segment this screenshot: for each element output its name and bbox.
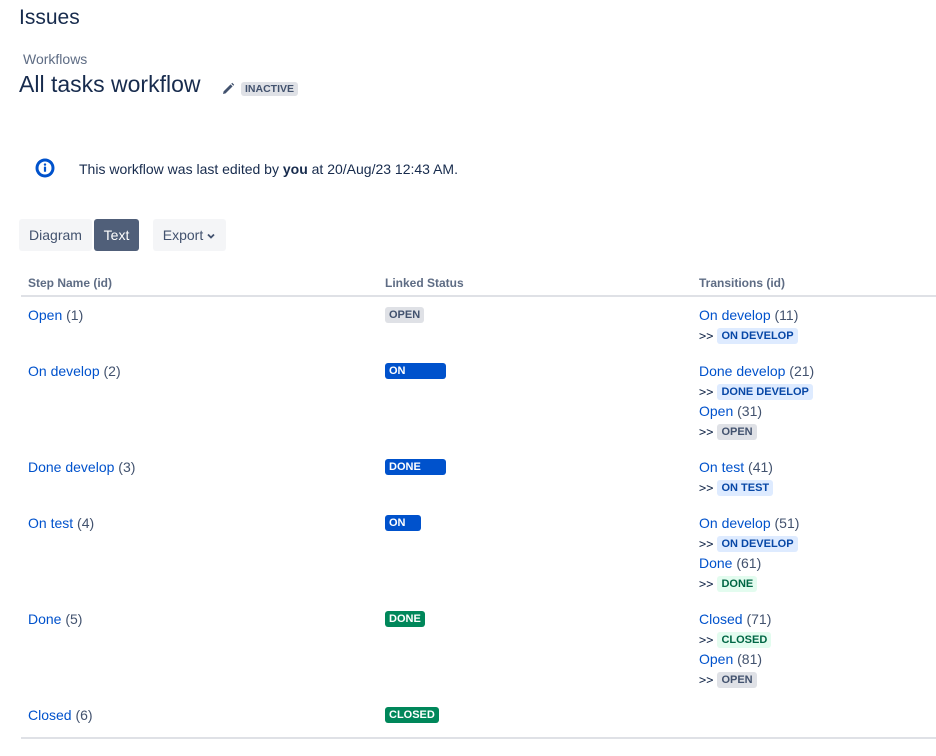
column-header-step[interactable]: Step Name (id) [28,276,112,290]
transition-name-link[interactable]: Closed [699,611,743,627]
header-divider [21,295,936,297]
step-cell: Closed (6) [28,705,93,725]
step-name-link[interactable]: Done develop [28,459,114,475]
step-cell: Open (1) [28,305,83,325]
transition-line: On develop (11) [699,305,798,325]
target-status-lozenge: ON DEVELOP [717,536,798,552]
diagram-view-button[interactable]: Diagram [19,219,92,251]
transition-line: Open (81) [699,649,771,669]
page-heading: Issues [19,6,80,29]
transition-id: (51) [770,515,800,531]
transition-name-link[interactable]: Open [699,651,733,667]
transition-name-link[interactable]: Done develop [699,363,785,379]
transition-target-line: >> CLOSED [699,629,772,649]
status-lozenge: ON DEVELOP [385,363,446,393]
last-edited-user: you [282,161,308,177]
step-id: (2) [99,363,121,379]
last-edited-message: This workflow was last edited by you at … [79,161,458,177]
status-lozenge: CLOSED [385,707,439,723]
last-edited-prefix: This workflow was last edited by [79,161,279,177]
transition-name-link[interactable]: On develop [699,515,771,531]
step-cell: Done develop (3) [28,457,135,477]
arrow-indicator: >> [699,481,714,495]
transition-id: (31) [733,403,763,419]
arrow-indicator: >> [699,537,714,551]
transition-id: (81) [733,651,763,667]
status-lozenge: DONE [385,611,425,627]
status-lozenge: DONE DEVELOP [385,459,446,489]
transition-line: On test (41) [699,457,773,477]
export-dropdown-button[interactable]: Export [153,219,226,251]
target-status-lozenge: OPEN [717,424,757,440]
target-status-lozenge: ON DEVELOP [717,328,798,344]
transition-name-link[interactable]: Done [699,555,732,571]
last-edited-suffix: at 20/Aug/23 12:43 AM. [311,161,458,177]
transition-target-line: >> OPEN [699,421,814,441]
target-status-lozenge: DONE DEVELOP [717,384,813,400]
transition-id: (11) [770,307,799,323]
column-header-status[interactable]: Linked Status [385,276,464,290]
column-header-transitions[interactable]: Transitions (id) [699,276,785,290]
arrow-indicator: >> [699,633,714,647]
step-id: (1) [62,307,84,323]
step-name-link[interactable]: Open [28,307,62,323]
step-name-link[interactable]: On test [28,515,73,531]
transition-target-line: >> ON TEST [699,477,774,497]
transitions-cell: On develop (11) >> ON DEVELOP [699,305,798,345]
workflow-title: All tasks workflow [19,71,201,97]
transition-name-link[interactable]: On develop [699,307,771,323]
transition-id: (21) [785,363,815,379]
transitions-cell: Closed (71) >> CLOSED Open (81) >> OPEN [699,609,771,689]
transition-target-line: >> DONE [699,573,799,593]
chevron-down-icon [203,227,216,243]
arrow-indicator: >> [699,385,714,399]
step-name-link[interactable]: Done [28,611,61,627]
step-cell: On develop (2) [28,361,121,381]
step-id: (3) [114,459,136,475]
target-status-lozenge: CLOSED [717,632,772,648]
transition-id: (41) [744,459,773,475]
breadcrumb-workflows[interactable]: Workflows [23,51,87,67]
transitions-cell: On test (41) >> ON TEST [699,457,774,497]
table-bottom-divider [21,737,936,739]
status-lozenge: OPEN [385,307,425,323]
step-cell: On test (4) [28,513,94,533]
target-status-lozenge: ON TEST [717,480,774,496]
arrow-indicator: >> [699,577,714,591]
transition-line: On develop (51) [699,513,799,533]
transition-line: Open (31) [699,401,814,421]
transition-id: (61) [732,555,762,571]
transition-target-line: >> ON DEVELOP [699,325,798,345]
edit-pencil-icon[interactable] [221,82,235,96]
transition-target-line: >> ON DEVELOP [699,533,799,553]
status-lozenge: ON TEST [385,515,422,545]
export-label: Export [162,227,204,243]
text-view-button[interactable]: Text [94,219,139,251]
target-status-lozenge: OPEN [717,672,757,688]
transition-name-link[interactable]: On test [699,459,744,475]
transition-name-link[interactable]: Open [699,403,733,419]
transition-line: Closed (71) [699,609,771,629]
step-id: (5) [61,611,83,627]
transition-line: Done (61) [699,553,799,573]
step-name-link[interactable]: On develop [28,363,100,379]
inactive-badge: INACTIVE [241,82,299,96]
target-status-lozenge: DONE [717,576,758,592]
transition-line: Done develop (21) [699,361,814,381]
step-id: (4) [73,515,95,531]
transition-target-line: >> DONE DEVELOP [699,381,814,401]
step-id: (6) [71,707,93,723]
arrow-indicator: >> [699,673,714,687]
transitions-cell: On develop (51) >> ON DEVELOP Done (61) >> DO… [699,513,799,593]
step-name-link[interactable]: Closed [28,707,72,723]
info-icon [35,158,55,178]
transition-target-line: >> OPEN [699,669,771,689]
arrow-indicator: >> [699,425,714,439]
arrow-indicator: >> [699,329,714,343]
step-cell: Done (5) [28,609,82,629]
transitions-cell: Done develop (21) >> DONE DEVELOP Open (31)… [699,361,814,441]
transition-id: (71) [742,611,772,627]
